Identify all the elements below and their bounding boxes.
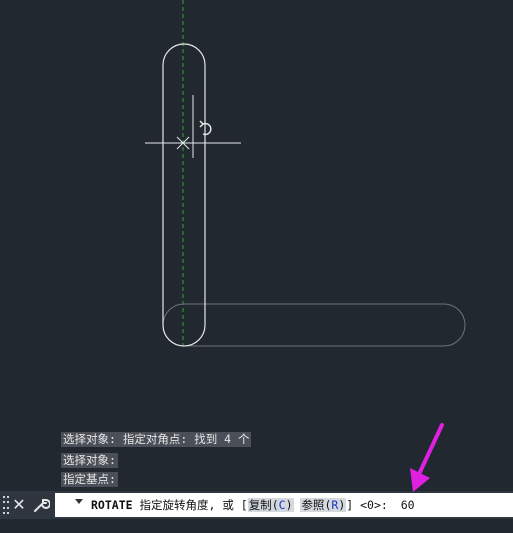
history-line-select-objects-found: 选择对象: 指定对角点: 找到 4 个 (61, 432, 252, 447)
history-line-select-objects: 选择对象: (61, 453, 118, 468)
angle-value: 60 (400, 498, 415, 512)
wrench-icon[interactable] (32, 496, 50, 514)
option-copy[interactable]: 复制(C) (247, 498, 294, 512)
history-line-specify-base-point: 指定基点: (61, 472, 118, 487)
slot-outline (162, 43, 206, 347)
ghost-slot-outline (162, 303, 466, 347)
chevron-down-icon[interactable] (75, 499, 83, 504)
command-bar: ✕ ROTATE 指定旋转角度, 或 [复制(C) 参照(R)] <0>: 60 (0, 491, 513, 519)
prompt-text: 指定旋转角度, 或 [ (139, 498, 248, 512)
grip-handle[interactable] (3, 496, 9, 514)
crosshair-cursor (145, 95, 241, 158)
command-prompt: ROTATE 指定旋转角度, 或 [复制(C) 参照(R)] <0>: 60 (91, 497, 415, 513)
close-icon[interactable]: ✕ (11, 494, 27, 516)
command-input[interactable]: ROTATE 指定旋转角度, 或 [复制(C) 参照(R)] <0>: 60 (55, 493, 513, 517)
option-reference[interactable]: 参照(R) (300, 498, 347, 512)
command-name: ROTATE (91, 498, 133, 512)
prompt-tail: ] <0>: (346, 498, 388, 512)
